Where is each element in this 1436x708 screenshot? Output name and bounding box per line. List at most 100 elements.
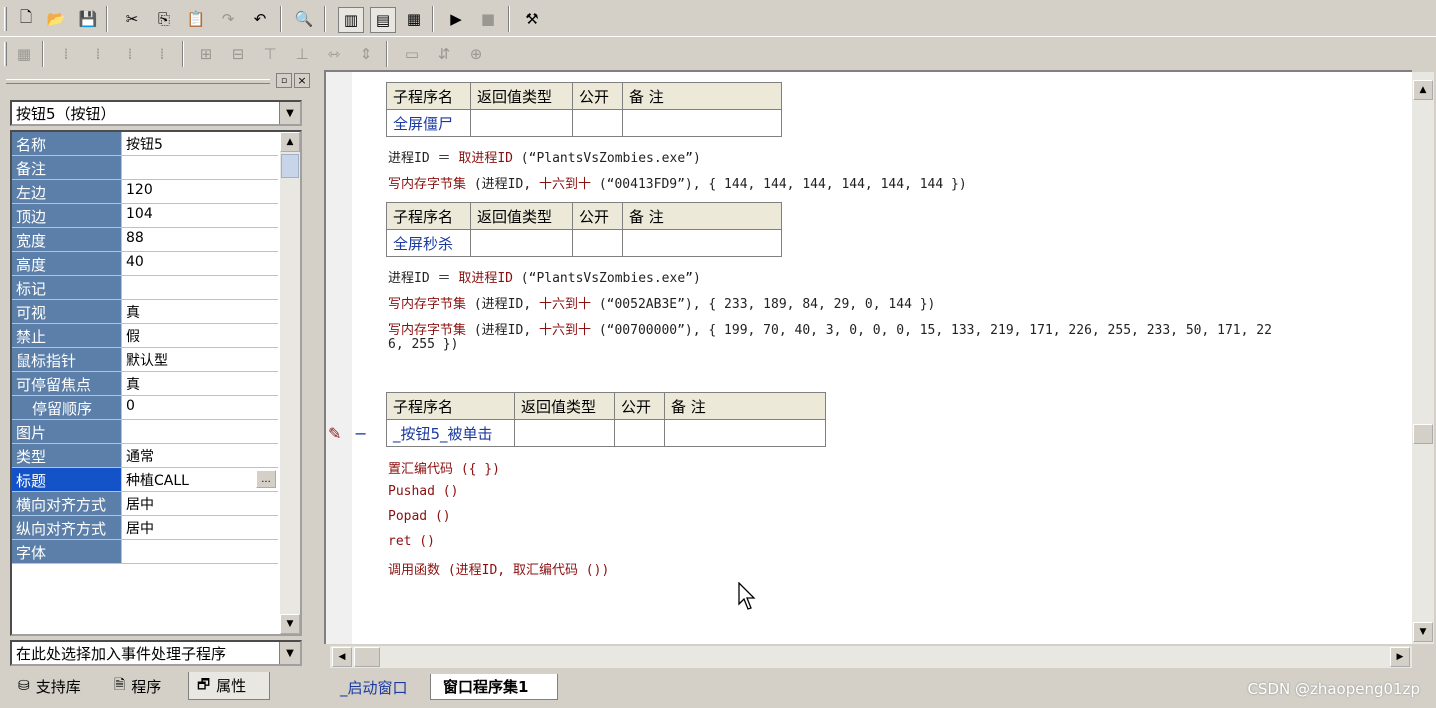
same-size-icon[interactable]: ⊕ [464, 42, 488, 66]
property-row[interactable]: 字体 [12, 540, 278, 564]
stop-icon[interactable]: ■ [476, 7, 500, 31]
property-value[interactable]: 120 [122, 180, 278, 203]
ellipsis-button[interactable]: ... [256, 470, 276, 488]
same-top-icon[interactable]: ⊤ [258, 42, 282, 66]
run-icon[interactable]: ▶ [444, 7, 468, 31]
tab-program[interactable]: 🗎 程序 [106, 672, 186, 700]
subroutine-name[interactable]: 全屏秒杀 [386, 229, 471, 257]
property-row[interactable]: 左边 120 [12, 180, 278, 204]
grid-icon[interactable]: ▦ [12, 42, 36, 66]
property-row[interactable]: 可视真 [12, 300, 278, 324]
property-row[interactable]: 纵向对齐方式 居中 [12, 516, 278, 540]
property-value[interactable]: 默认型 [122, 348, 278, 371]
same-bottom-icon[interactable]: ⊥ [290, 42, 314, 66]
property-value[interactable]: 真 [122, 372, 278, 395]
open-folder-icon[interactable]: 📂 [44, 7, 68, 31]
property-value[interactable]: 0 [122, 396, 278, 419]
property-value[interactable] [122, 540, 278, 563]
property-scrollbar[interactable]: ▲ ▼ [280, 132, 300, 634]
scroll-up-icon[interactable]: ▲ [1413, 80, 1433, 100]
property-row[interactable]: 禁止假 [12, 324, 278, 348]
scroll-thumb[interactable] [281, 154, 299, 178]
align-left-icon[interactable]: ⁞ [54, 42, 78, 66]
find-icon[interactable]: 🔍 [292, 7, 316, 31]
code-line[interactable]: 进程ID ＝ 取进程ID (“PlantsVsZombies.exe”) [388, 147, 701, 166]
property-row[interactable]: 图片 [12, 420, 278, 444]
property-value[interactable]: 104 [122, 204, 278, 227]
align-bottom-icon[interactable]: ⁞ [150, 42, 174, 66]
tab-library[interactable]: ⛁ 支持库 [10, 672, 104, 700]
public-cell[interactable] [614, 419, 665, 447]
debug-icon[interactable]: ⚒ [520, 7, 544, 31]
code-line[interactable]: ret () [388, 534, 435, 549]
property-row[interactable]: 标记 [12, 276, 278, 300]
layout-2-icon[interactable]: ▤ [370, 7, 396, 33]
close-icon[interactable]: × [294, 73, 310, 88]
align-top-icon[interactable]: ⁞ [118, 42, 142, 66]
paste-icon[interactable]: 📋 [184, 7, 208, 31]
tab-window-program-set[interactable]: 窗口程序集1 [430, 674, 558, 700]
property-row[interactable]: 横向对齐方式 居中 [12, 492, 278, 516]
toolbar-grip[interactable] [4, 42, 7, 66]
layout-3-icon[interactable]: ▦ [402, 7, 426, 31]
scroll-left-icon[interactable]: ◀ [332, 647, 352, 667]
property-row-selected[interactable]: 标题 种植CALL ... [12, 468, 278, 492]
property-value[interactable] [122, 276, 278, 299]
remark-cell[interactable] [664, 419, 826, 447]
property-value[interactable] [122, 420, 278, 443]
scroll-thumb[interactable] [354, 647, 380, 667]
code-line[interactable]: Popad () [388, 509, 451, 524]
code-line[interactable]: Pushad () [388, 484, 458, 499]
scroll-up-icon[interactable]: ▲ [280, 132, 300, 152]
property-value[interactable]: 88 [122, 228, 278, 251]
space-h-icon[interactable]: ⇿ [322, 42, 346, 66]
property-value[interactable]: 居中 [122, 516, 278, 539]
subroutine-name[interactable]: 全屏僵尸 [386, 109, 471, 137]
center-h-icon[interactable]: ⊞ [194, 42, 218, 66]
return-type-cell[interactable] [514, 419, 615, 447]
scroll-down-icon[interactable]: ▼ [280, 614, 300, 634]
undo-icon[interactable]: ↶ [248, 7, 272, 31]
editor-vertical-scrollbar[interactable]: ▲ ▼ [1412, 72, 1434, 644]
save-icon[interactable]: 💾 [76, 7, 100, 31]
remark-cell[interactable] [622, 229, 782, 257]
tab-startup-window[interactable]: _启动窗口 [328, 674, 428, 700]
property-value[interactable]: 按钮5 [122, 132, 278, 155]
panel-grip[interactable] [6, 79, 270, 84]
subroutine-name[interactable]: _按钮5_被单击 [386, 419, 515, 447]
property-value[interactable]: 居中 [122, 492, 278, 515]
property-row[interactable]: 高度 40 [12, 252, 278, 276]
property-row[interactable]: 宽度 88 [12, 228, 278, 252]
code-line[interactable]: 写内存字节集 (进程ID, 十六到十 (“00413FD9”), { 144, … [388, 173, 967, 192]
property-row[interactable]: 可停留焦点真 [12, 372, 278, 396]
layout-1-icon[interactable]: ▥ [338, 7, 364, 33]
remark-cell[interactable] [622, 109, 782, 137]
toolbar-grip[interactable] [4, 7, 7, 31]
editor-horizontal-scrollbar[interactable]: ◀ ▶ [330, 646, 1412, 668]
property-value[interactable]: 假 [122, 324, 278, 347]
code-line[interactable]: 写内存字节集 (进程ID, 十六到十 (“0052AB3E”), { 233, … [388, 293, 935, 312]
same-height-icon[interactable]: ⇵ [432, 42, 456, 66]
code-line[interactable]: 置汇编代码 ({ }) [388, 458, 500, 477]
code-line[interactable]: 调用函数 (进程ID, 取汇编代码 ()) [388, 559, 609, 578]
collapse-icon[interactable]: − [354, 424, 367, 443]
property-row[interactable]: 类型 通常 [12, 444, 278, 468]
property-value[interactable] [122, 156, 278, 179]
object-selector[interactable]: 按钮5（按钮） ▼ [10, 100, 302, 126]
return-type-cell[interactable] [470, 229, 573, 257]
property-row[interactable]: 名称 按钮5 [12, 132, 278, 156]
code-line[interactable]: 6, 255 }) [388, 337, 458, 352]
property-row[interactable]: 备注 [12, 156, 278, 180]
return-type-cell[interactable] [470, 109, 573, 137]
align-right-icon[interactable]: ⁞ [86, 42, 110, 66]
new-file-icon[interactable]: 🗋 [14, 7, 38, 31]
code-line[interactable]: 写内存字节集 (进程ID, 十六到十 (“00700000”), { 199, … [388, 319, 1272, 338]
breakpoint-icon[interactable]: ✎ [328, 424, 348, 444]
scroll-thumb[interactable] [1413, 424, 1433, 444]
code-line[interactable]: 进程ID ＝ 取进程ID (“PlantsVsZombies.exe”) [388, 267, 701, 286]
property-value[interactable]: 通常 [122, 444, 278, 467]
same-width-icon[interactable]: ▭ [400, 42, 424, 66]
property-value[interactable]: 40 [122, 252, 278, 275]
redo-icon[interactable]: ↷ [216, 7, 240, 31]
property-value[interactable]: 种植CALL [122, 468, 278, 491]
